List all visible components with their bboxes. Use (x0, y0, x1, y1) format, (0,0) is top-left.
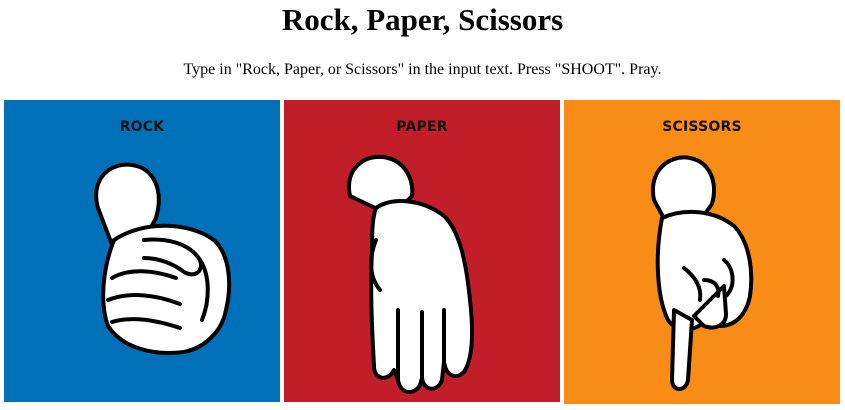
rock-hand-icon (94, 162, 232, 355)
rock-card[interactable]: ROCK (4, 100, 280, 402)
instructions-text: Type in "Rock, Paper, or Scissors" in th… (183, 61, 662, 78)
paper-hand-icon (346, 154, 474, 394)
paper-card[interactable]: PAPER (284, 100, 560, 402)
scissors-hand-icon (650, 155, 754, 391)
scissors-card[interactable]: SCISSORS (564, 100, 840, 404)
page-title: Rock, Paper, Scissors (281, 2, 564, 37)
